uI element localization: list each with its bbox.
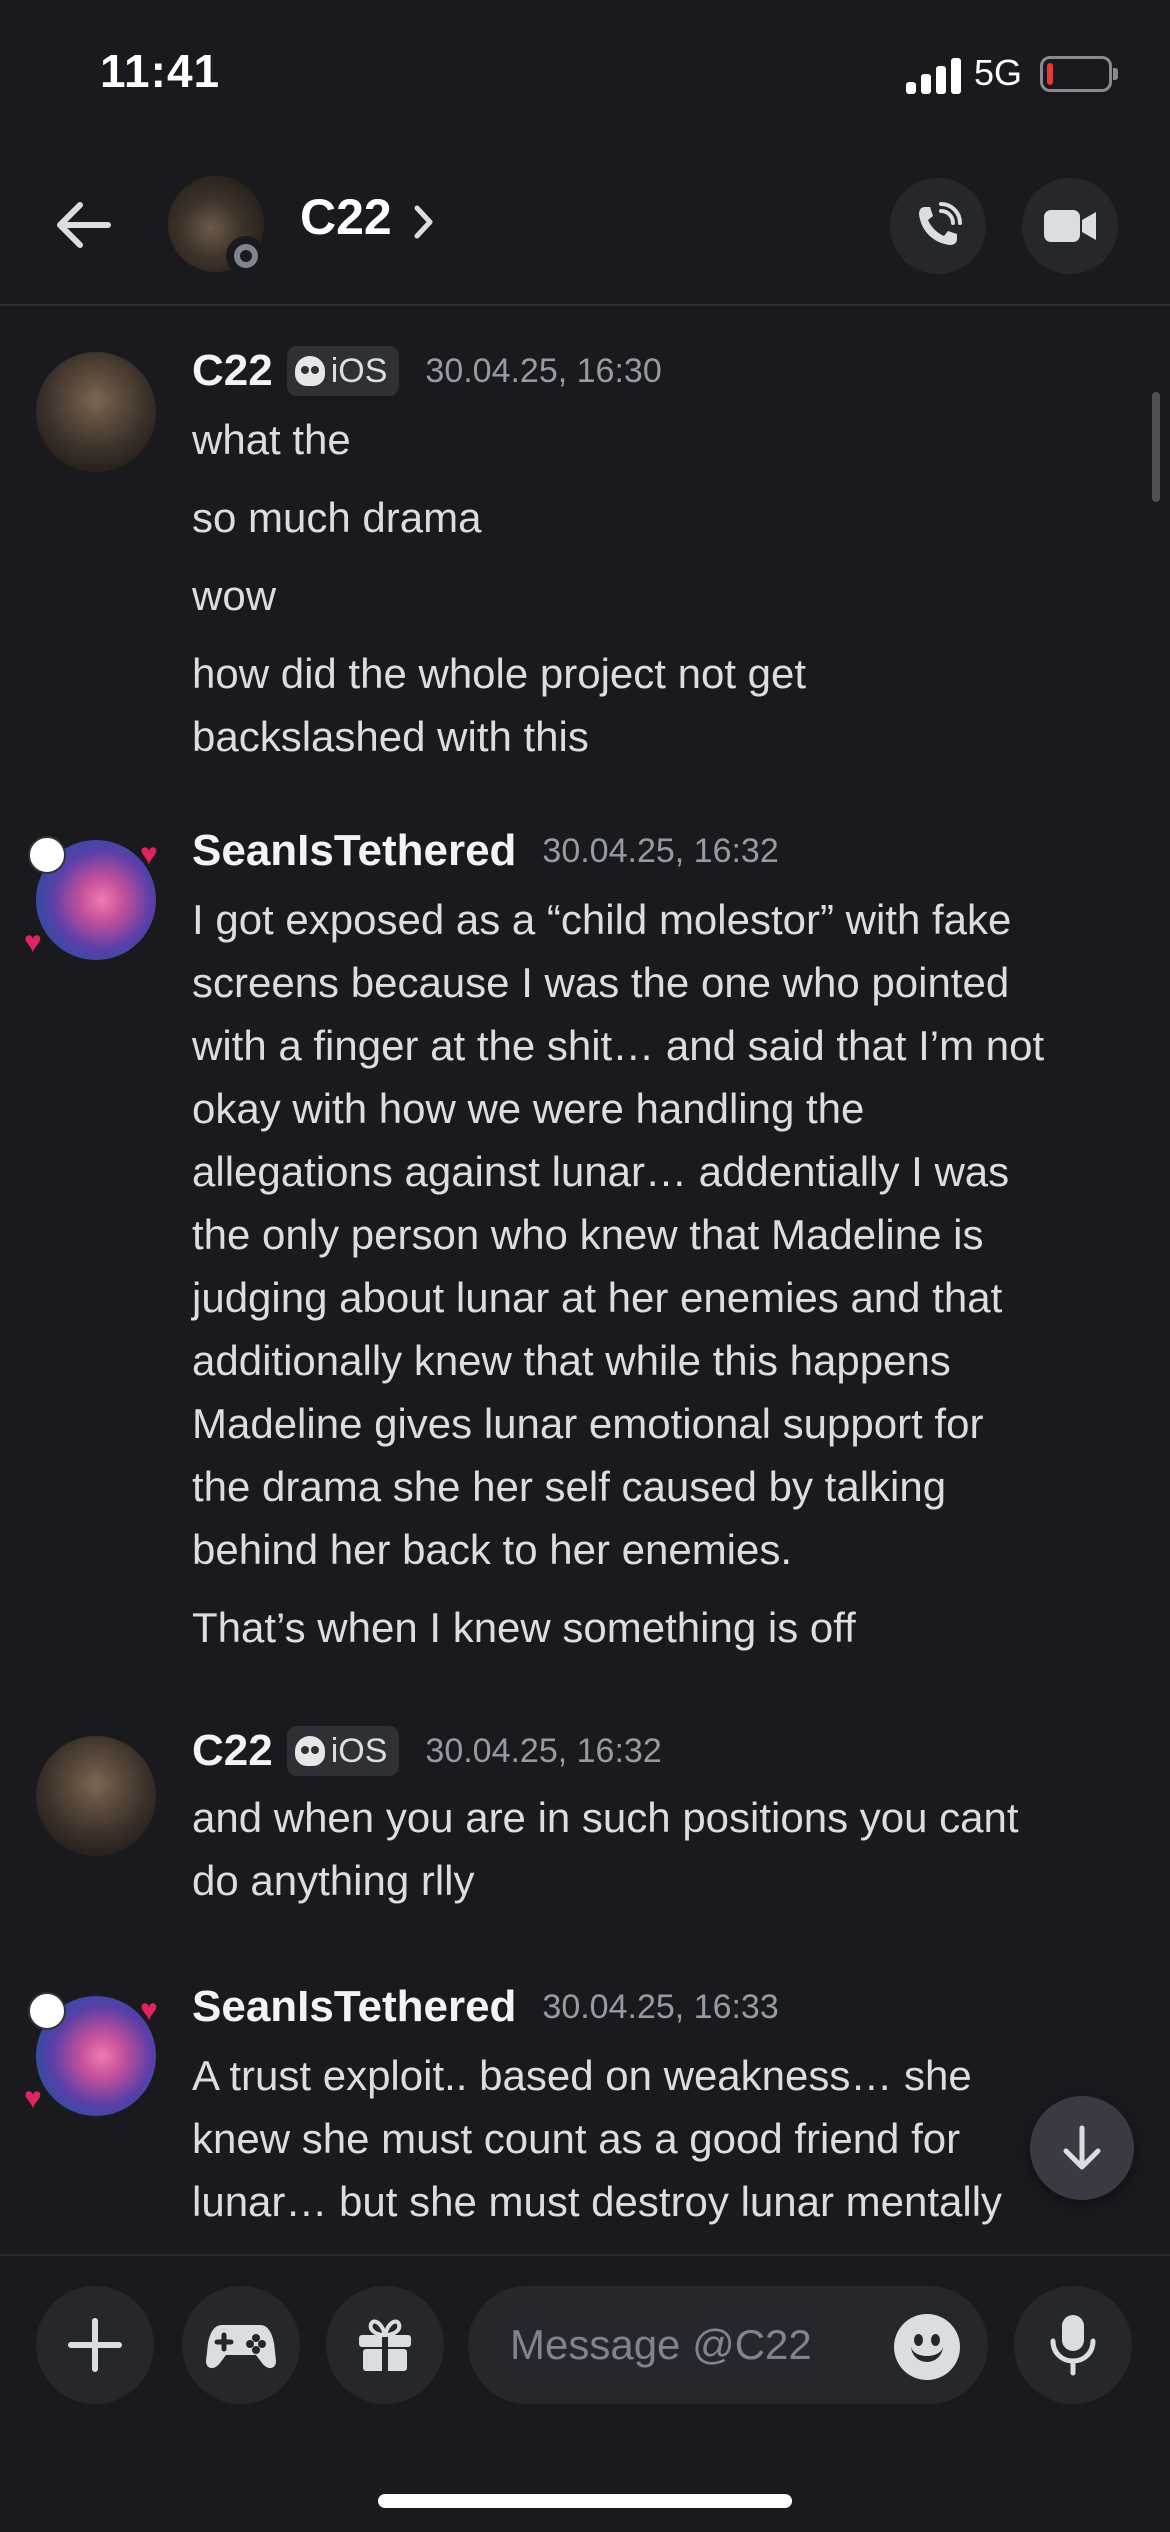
emoji-icon[interactable] [894, 2314, 960, 2380]
arrow-down-icon [1063, 2125, 1101, 2170]
skull-icon [294, 356, 325, 386]
message-line[interactable]: A trust exploit.. based on weakness… she [192, 2044, 1132, 2107]
signal-icon [906, 56, 962, 94]
timestamp: 30.04.25, 16:33 [542, 1987, 779, 2026]
message-line[interactable]: knew she must count as a good friend for [192, 2107, 1132, 2170]
message-header: C22 iOS 30.04.25, 16:30 [192, 346, 662, 396]
gamepad-icon [206, 2325, 276, 2369]
emoji-mouth [911, 2344, 943, 2362]
battery-level [1047, 63, 1053, 85]
heart-icon: ♥ [140, 1994, 158, 2027]
back-button[interactable] [50, 190, 120, 260]
message-line[interactable]: I got exposed as a “child molestor” with… [192, 888, 1132, 951]
tag-label: iOS [330, 1731, 388, 1770]
avatar-decoration-icon [28, 1992, 66, 2030]
skull-icon [294, 1736, 325, 1766]
tag-label: iOS [330, 351, 388, 390]
message-header: C22 iOS 30.04.25, 16:32 [192, 1726, 662, 1776]
screen: 11:41 5G C22 C22 iOS 30.04.25, 16:30 wha… [0, 0, 1170, 2532]
message-line[interactable]: the only person who knew that Madeline i… [192, 1203, 1132, 1266]
message-line[interactable]: wow [192, 564, 1132, 627]
message-line[interactable]: screens because I was the one who pointe… [192, 951, 1132, 1014]
battery-icon [1040, 56, 1118, 92]
message-line[interactable]: backslashed with this [192, 705, 1132, 768]
home-indicator [378, 2494, 792, 2508]
author-name[interactable]: SeanIsTethered [192, 826, 516, 876]
message-line[interactable]: behind her back to her enemies. [192, 1518, 1132, 1581]
author-name[interactable]: C22 [192, 346, 273, 396]
chevron-right-icon[interactable] [412, 202, 436, 242]
activities-button[interactable] [182, 2286, 300, 2404]
status-time: 11:41 [100, 45, 221, 97]
network-label: 5G [974, 52, 1023, 93]
message-line[interactable]: Madeline gives lunar emotional support f… [192, 1392, 1132, 1455]
timestamp: 30.04.25, 16:30 [425, 351, 662, 390]
message-line[interactable]: with a finger at the shit… and said that… [192, 1014, 1132, 1077]
message-line[interactable]: okay with how we were handling the [192, 1077, 1132, 1140]
video-camera-icon [1044, 210, 1096, 242]
message-line[interactable]: the drama she her self caused by talking [192, 1455, 1132, 1518]
message-composer [0, 2254, 1170, 2532]
message-line[interactable]: how did the whole project not get [192, 642, 1132, 705]
message-line[interactable]: That’s when I knew something is off [192, 1596, 1132, 1659]
timestamp: 30.04.25, 16:32 [425, 1731, 662, 1770]
message-line[interactable]: and when you are in such positions you c… [192, 1786, 1132, 1849]
message-line[interactable]: judging about lunar at her enemies and t… [192, 1266, 1132, 1329]
server-tag[interactable]: iOS [286, 346, 400, 396]
voice-message-button[interactable] [1014, 2286, 1132, 2404]
header-name[interactable]: C22 [300, 188, 392, 246]
plus-icon [68, 2318, 122, 2372]
gift-button[interactable] [326, 2286, 444, 2404]
call-button[interactable] [890, 178, 986, 274]
heart-icon: ♥ [24, 2082, 42, 2115]
message-header: SeanIsTethered 30.04.25, 16:33 [192, 1982, 779, 2032]
author-name[interactable]: SeanIsTethered [192, 1982, 516, 2032]
message-list[interactable]: C22 iOS 30.04.25, 16:30 what the so much… [0, 308, 1170, 2254]
message-line[interactable]: so much drama [192, 486, 1132, 549]
arrow-left-icon [57, 202, 111, 248]
video-call-button[interactable] [1022, 178, 1118, 274]
offline-status-icon [226, 236, 266, 276]
avatar[interactable] [36, 1736, 156, 1856]
chat-header: C22 [0, 150, 1170, 306]
avatar[interactable] [36, 352, 156, 472]
jump-to-present-button[interactable] [1030, 2096, 1134, 2200]
timestamp: 30.04.25, 16:32 [542, 831, 779, 870]
message-line[interactable]: do anything rlly [192, 1849, 1132, 1912]
status-bar: 11:41 5G [0, 0, 1170, 150]
heart-icon: ♥ [24, 926, 42, 959]
message-line[interactable]: what the [192, 408, 1132, 471]
message-line[interactable]: lunar… but she must destroy lunar mental… [192, 2170, 1132, 2233]
avatar-decoration-icon [28, 836, 66, 874]
message-line[interactable]: additionally knew that while this happen… [192, 1329, 1132, 1392]
message-line[interactable]: allegations against lunar… addentially I… [192, 1140, 1132, 1203]
server-tag[interactable]: iOS [286, 1726, 400, 1776]
gift-icon [359, 2319, 411, 2371]
author-name[interactable]: C22 [192, 1726, 273, 1776]
scrollbar[interactable] [1152, 392, 1160, 502]
microphone-icon [1050, 2315, 1096, 2376]
heart-icon: ♥ [140, 838, 158, 871]
message-header: SeanIsTethered 30.04.25, 16:32 [192, 826, 779, 876]
phone-call-icon [919, 202, 962, 245]
attach-button[interactable] [36, 2286, 154, 2404]
